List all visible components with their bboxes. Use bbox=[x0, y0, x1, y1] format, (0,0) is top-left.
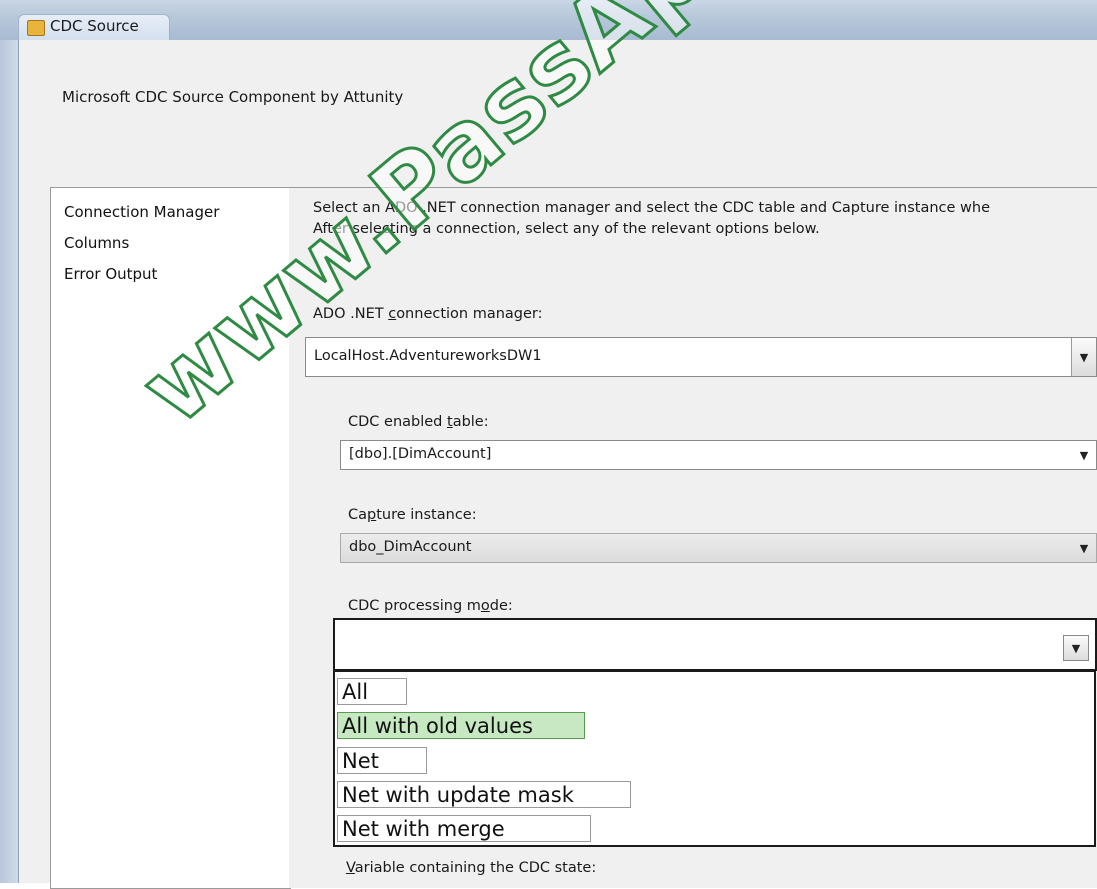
option-net-with-update-mask[interactable]: Net with update mask bbox=[337, 781, 631, 808]
capture-instance-combo[interactable]: dbo_DimAccount ▼ bbox=[340, 533, 1097, 563]
connection-manager-value: LocalHost.AdventureworksDW1 bbox=[314, 348, 542, 364]
window-frame bbox=[0, 40, 18, 883]
option-net[interactable]: Net bbox=[337, 747, 427, 774]
option-all-with-old-values[interactable]: All with old values bbox=[337, 712, 585, 739]
chevron-down-icon[interactable]: ▼ bbox=[1071, 338, 1096, 376]
cdc-table-value: [dbo].[DimAccount] bbox=[349, 446, 492, 462]
description-line-1: Select an ADO .NET connection manager an… bbox=[313, 200, 990, 216]
processing-mode-dropdown-list: All All with old values Net Net with upd… bbox=[333, 670, 1096, 847]
component-title: Microsoft CDC Source Component by Attuni… bbox=[62, 88, 404, 106]
cdc-table-label: CDC enabled table: bbox=[348, 414, 489, 430]
nav-item-error-output[interactable]: Error Output bbox=[64, 265, 157, 283]
processing-mode-combo[interactable]: ▼ bbox=[333, 618, 1097, 671]
option-net-with-merge[interactable]: Net with merge bbox=[337, 815, 591, 842]
navigation-panel: Connection Manager Columns Error Output bbox=[50, 187, 291, 889]
cdc-table-combo[interactable]: [dbo].[DimAccount] ▼ bbox=[340, 440, 1097, 470]
window-title: CDC Source bbox=[50, 17, 139, 35]
cdc-source-icon bbox=[27, 20, 45, 36]
connection-manager-label: ADO .NET connection manager: bbox=[313, 306, 543, 322]
chevron-down-icon[interactable]: ▼ bbox=[1063, 635, 1089, 661]
nav-item-columns[interactable]: Columns bbox=[64, 234, 129, 252]
description-line-2: After selecting a connection, select any… bbox=[313, 221, 820, 237]
chevron-down-icon[interactable]: ▼ bbox=[1072, 534, 1096, 562]
connection-manager-combo[interactable]: LocalHost.AdventureworksDW1 ▼ bbox=[305, 337, 1097, 377]
state-variable-label: Variable containing the CDC state: bbox=[346, 860, 597, 876]
capture-instance-label: Capture instance: bbox=[348, 507, 477, 523]
capture-instance-value: dbo_DimAccount bbox=[349, 539, 472, 555]
option-all[interactable]: All bbox=[337, 678, 407, 705]
chevron-down-icon[interactable]: ▼ bbox=[1072, 441, 1096, 469]
nav-item-connection-manager[interactable]: Connection Manager bbox=[64, 203, 219, 221]
processing-mode-label: CDC processing mode: bbox=[348, 598, 513, 614]
